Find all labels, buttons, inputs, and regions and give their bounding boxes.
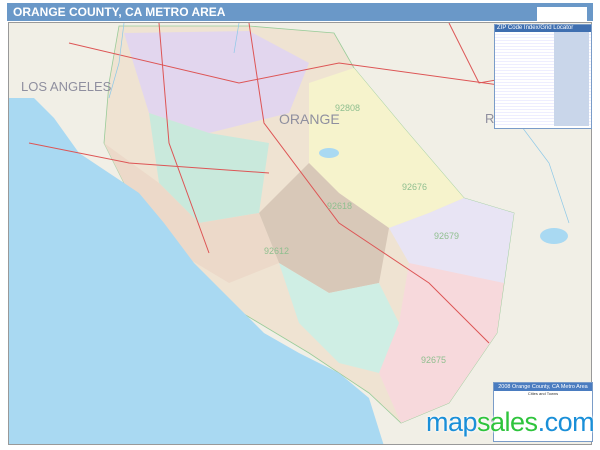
place-label-los-angeles: LOS ANGELES xyxy=(21,79,112,94)
zip-label: 92679 xyxy=(434,231,460,241)
zip-index-title: ZIP Code Index/Grid Locator xyxy=(495,25,591,32)
zip-label: 92808 xyxy=(335,103,361,113)
brand-part-map: map xyxy=(426,407,478,437)
brand-part-com: .com xyxy=(537,407,595,437)
zip-label: 92676 xyxy=(402,182,428,192)
map-legend-title: 2008 Orange County, CA Metro Area Map xyxy=(494,383,592,398)
zip-label: 92612 xyxy=(264,246,290,256)
brand-watermark: mapsales.com xyxy=(426,407,595,438)
place-label-r: R xyxy=(485,111,495,126)
lake-east xyxy=(540,228,568,244)
publisher-logo xyxy=(537,7,587,23)
brand-part-sales: sales xyxy=(477,407,538,437)
title-bar: ORANGE COUNTY, CA METRO AREA xyxy=(7,3,593,23)
zip-label: 92618 xyxy=(327,201,353,211)
lake-irvine xyxy=(319,148,339,158)
page-title: ORANGE COUNTY, CA METRO AREA xyxy=(13,5,226,19)
map-legend-subtitle: Cities and Towns xyxy=(527,391,559,396)
zip-index-panel: ZIP Code Index/Grid Locator xyxy=(494,24,592,129)
zip-label: 92675 xyxy=(421,355,447,365)
place-label-orange: ORANGE xyxy=(279,111,340,127)
zip-index-table xyxy=(495,32,591,126)
